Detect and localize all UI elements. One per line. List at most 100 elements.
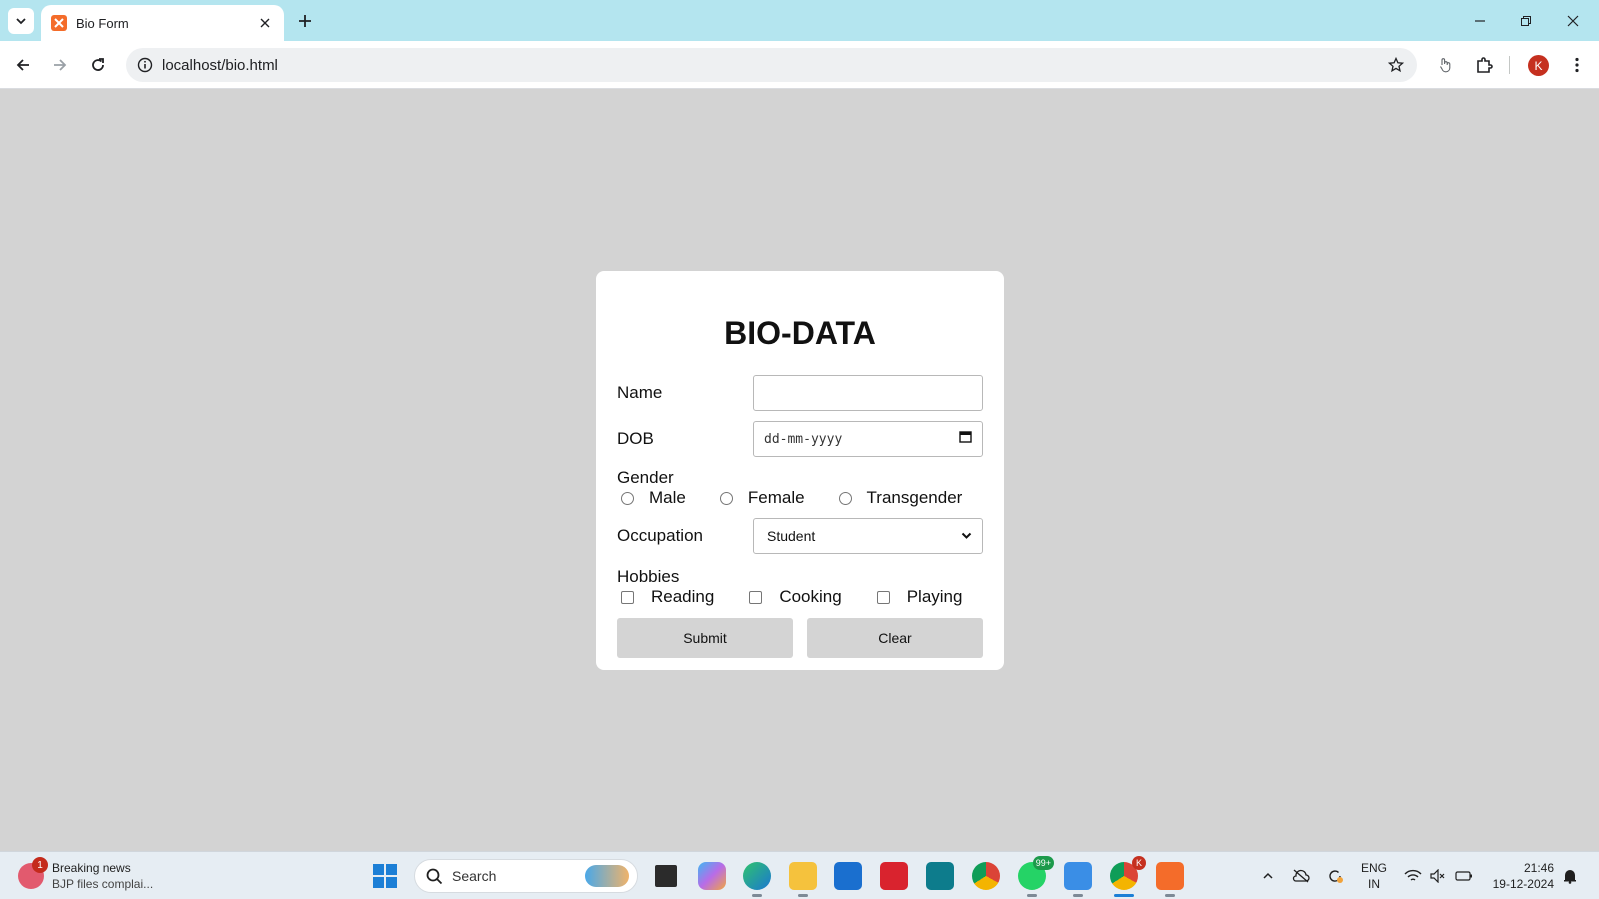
extensions-puzzle-icon[interactable] — [1469, 50, 1499, 80]
touch-hand-icon[interactable] — [1430, 50, 1460, 80]
bio-form-card: BIO-DATA Name DOB dd-mm-yyyy Gender Male… — [596, 271, 1004, 670]
dob-row: DOB dd-mm-yyyy — [617, 421, 983, 457]
hobby-option-label: Reading — [651, 587, 715, 606]
notification-bell-icon[interactable] — [1560, 866, 1580, 886]
hobbies-label: Hobbies — [617, 567, 680, 586]
speaker-muted-icon[interactable] — [1428, 866, 1448, 886]
clear-button[interactable]: Clear — [807, 618, 983, 658]
clock-time: 21:46 — [1523, 861, 1554, 875]
browser-tab[interactable]: Bio Form — [41, 5, 284, 41]
gender-options: Male Female Transgender — [617, 488, 983, 508]
clock-date: 19-12-2024 — [1492, 877, 1554, 891]
minimize-icon[interactable] — [1465, 6, 1495, 36]
whatsapp-icon[interactable]: 99+ — [1018, 856, 1054, 897]
gender-option-label: Transgender — [866, 488, 963, 507]
sync-icon[interactable] — [1325, 866, 1345, 886]
chevron-down-icon — [961, 528, 972, 544]
kebab-menu-icon[interactable] — [1562, 50, 1592, 80]
form-buttons: Submit Clear — [617, 618, 983, 658]
search-highlight-art — [585, 865, 629, 887]
site-info-icon[interactable] — [130, 50, 160, 80]
hobby-checkbox-cooking[interactable] — [749, 590, 763, 604]
language-region: IN — [1368, 877, 1380, 891]
restore-icon[interactable] — [1511, 6, 1541, 36]
news-badge: 1 — [32, 857, 48, 873]
hobby-checkbox-playing[interactable] — [876, 590, 890, 604]
news-text: Breaking news BJP files complai... — [52, 860, 153, 892]
xampp-favicon-icon — [51, 15, 67, 31]
hobby-option-label: Cooking — [779, 587, 842, 606]
gender-radio-transgender[interactable] — [838, 491, 852, 505]
news-title: Breaking news — [52, 861, 131, 875]
notepad-running-indicator — [1073, 894, 1083, 897]
url-text: localhost/bio.html — [162, 56, 278, 74]
reload-icon[interactable] — [83, 50, 113, 80]
chevron-up-icon[interactable] — [1258, 866, 1278, 886]
occupation-select[interactable]: Student — [753, 518, 983, 554]
hobby-option-label: Playing — [906, 587, 963, 606]
explorer-running-indicator — [798, 894, 808, 897]
back-arrow-icon[interactable] — [8, 50, 38, 80]
new-tab-plus-icon[interactable] — [292, 8, 318, 34]
occupation-label: Occupation — [617, 526, 703, 545]
calendar-icon[interactable] — [959, 430, 972, 448]
occupation-row: Occupation Student — [617, 518, 983, 554]
news-widget-icon: 1 — [18, 857, 48, 889]
wifi-icon[interactable] — [1403, 866, 1423, 886]
browser-tab-bar: Bio Form — [0, 0, 1599, 41]
name-label: Name — [617, 383, 663, 402]
address-bar[interactable]: localhost/bio.html — [126, 48, 1417, 82]
search-icon — [426, 868, 443, 884]
xampp-icon[interactable] — [1156, 862, 1184, 897]
hobby-checkbox-reading[interactable] — [621, 590, 634, 604]
forward-arrow-icon[interactable] — [45, 50, 75, 80]
windows-start-icon[interactable] — [373, 864, 397, 888]
copilot-icon[interactable] — [698, 862, 726, 890]
mcafee-icon[interactable] — [880, 862, 908, 890]
bookmark-star-icon[interactable] — [1381, 50, 1411, 80]
hobby-options: Reading Cooking Playing — [617, 587, 983, 607]
chrome-profile-icon[interactable]: K — [1110, 856, 1146, 897]
browser-toolbar: localhost/bio.html K — [0, 41, 1599, 89]
alexa-icon[interactable] — [926, 862, 954, 890]
gender-label: Gender — [617, 468, 674, 487]
dob-placeholder: dd-mm-yyyy — [764, 431, 843, 447]
whatsapp-badge: 99+ — [1032, 856, 1054, 870]
taskbar-search[interactable]: Search — [414, 859, 638, 893]
whatsapp-running-indicator — [1027, 894, 1037, 897]
close-window-icon[interactable] — [1558, 6, 1588, 36]
close-tab-icon[interactable] — [256, 14, 274, 32]
file-explorer-icon[interactable] — [789, 862, 817, 897]
search-placeholder: Search — [452, 868, 497, 884]
task-view-icon[interactable] — [652, 862, 680, 890]
language-indicator[interactable]: ENG IN — [1361, 860, 1387, 892]
battery-icon[interactable] — [1454, 866, 1474, 886]
name-row: Name — [617, 375, 983, 411]
notepad-icon[interactable] — [1064, 862, 1092, 897]
edge-browser-icon[interactable] — [743, 862, 771, 897]
language-code: ENG — [1361, 861, 1388, 875]
name-input[interactable] — [753, 375, 983, 411]
xampp-running-indicator — [1165, 894, 1175, 897]
gender-option-label: Male — [649, 488, 686, 507]
edge-running-indicator — [752, 894, 762, 897]
occupation-selected-value: Student — [767, 528, 816, 544]
tab-title: Bio Form — [76, 15, 129, 31]
submit-button[interactable]: Submit — [617, 618, 793, 658]
gender-option-label: Female — [747, 488, 805, 507]
chrome-icon[interactable] — [972, 862, 1000, 890]
profile-avatar[interactable]: K — [1528, 55, 1549, 76]
dob-date-input[interactable]: dd-mm-yyyy — [753, 421, 983, 457]
taskbar: 1 Breaking news BJP files complai... Sea… — [0, 851, 1599, 899]
onedrive-offline-icon[interactable] — [1291, 866, 1311, 886]
news-subtitle: BJP files complai... — [52, 877, 154, 891]
microsoft-store-icon[interactable] — [834, 862, 862, 890]
gender-radio-male[interactable] — [621, 491, 634, 505]
news-widget[interactable]: 1 Breaking news BJP files complai... — [18, 857, 168, 894]
gender-radio-female[interactable] — [719, 491, 733, 505]
form-title: BIO-DATA — [724, 315, 876, 351]
system-clock[interactable]: 21:46 19-12-2024 — [1488, 860, 1554, 892]
chrome-profile-badge: K — [1132, 856, 1146, 870]
tab-search-chevron-icon[interactable] — [8, 8, 34, 34]
toolbar-divider — [1509, 56, 1510, 74]
